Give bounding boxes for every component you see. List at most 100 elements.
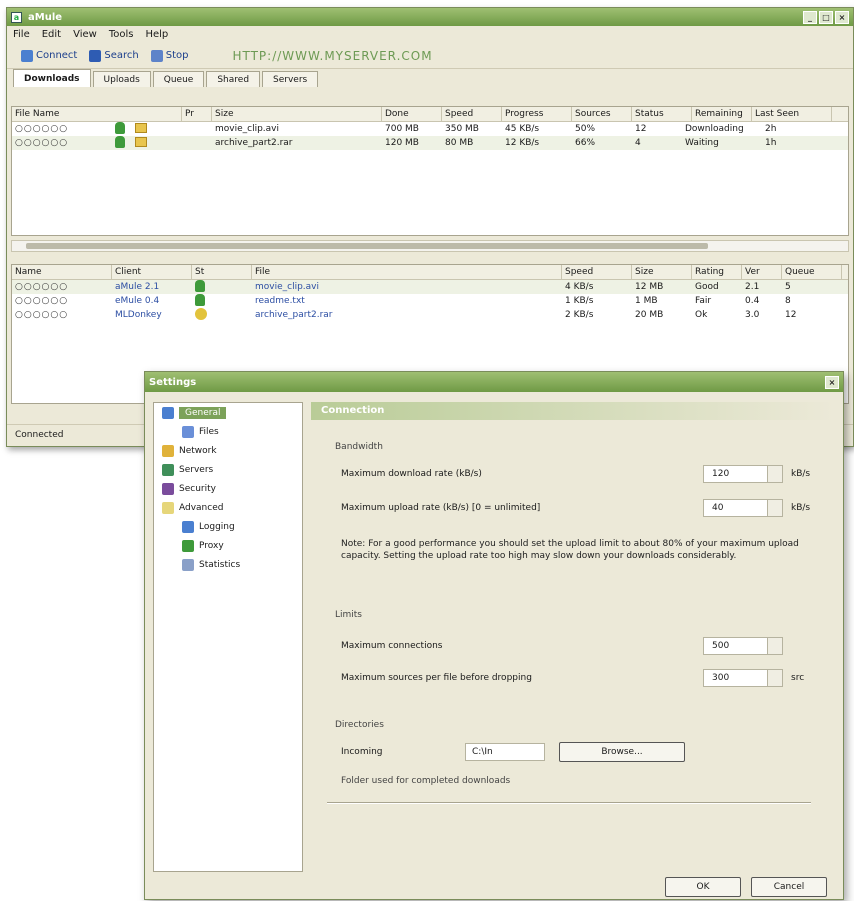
col-file[interactable]: File <box>252 265 562 279</box>
table-row[interactable]: ○○○○○○ archive_part2.rar 120 MB 80 MB 12… <box>12 135 848 150</box>
col-last-seen[interactable]: Last Seen <box>752 107 832 121</box>
cell-file[interactable]: readme.txt <box>252 296 562 306</box>
row-dots: ○○○○○○ <box>15 138 69 148</box>
col-status[interactable]: Status <box>632 107 692 121</box>
minimize-icon[interactable]: _ <box>803 10 817 24</box>
downloads-scrollbar[interactable] <box>11 240 849 252</box>
nav-label: Logging <box>199 521 235 532</box>
nav-item-general[interactable]: General <box>154 403 302 422</box>
dialog-close-icon[interactable]: × <box>825 375 839 389</box>
incoming-label: Incoming <box>341 747 383 757</box>
security-icon <box>162 482 174 495</box>
network-icon <box>162 444 174 457</box>
menu-file[interactable]: File <box>13 29 30 40</box>
main-titlebar[interactable]: a aMule _ □ × <box>7 8 853 26</box>
menu-tools[interactable]: Tools <box>109 29 134 40</box>
menu-bar: File Edit View Tools Help <box>7 26 853 43</box>
col-state[interactable]: St <box>192 265 252 279</box>
nav-item-advanced[interactable]: Advanced <box>154 498 302 517</box>
stop-button[interactable]: Stop <box>147 47 193 65</box>
state-cell <box>192 293 252 309</box>
settings-content: Connection Bandwidth Maximum download ra… <box>311 402 835 872</box>
nav-item-statistics[interactable]: Statistics <box>154 555 302 574</box>
table-row[interactable]: ○○○○○○ MLDonkey archive_part2.rar 2 KB/s… <box>12 307 848 322</box>
tab-downloads[interactable]: Downloads <box>13 69 91 87</box>
cell-queue: 8 <box>785 296 791 306</box>
max-connections-label: Maximum connections <box>341 641 443 651</box>
col-name[interactable]: Name <box>12 265 112 279</box>
close-icon[interactable]: × <box>835 10 849 24</box>
dialog-title: Settings <box>149 376 197 388</box>
general-icon <box>162 406 174 419</box>
col-size[interactable]: Size <box>212 107 382 121</box>
statistics-icon <box>182 558 194 571</box>
tab-shared[interactable]: Shared <box>206 71 261 87</box>
col-priority[interactable]: Pr <box>182 107 212 121</box>
cell-size: 20 MB <box>635 310 664 320</box>
tab-queue[interactable]: Queue <box>152 71 205 87</box>
cell-client[interactable]: aMule 2.1 <box>112 282 192 292</box>
col-progress[interactable]: Progress <box>502 107 572 121</box>
downloads-list: File Name Pr Size Done Speed Progress So… <box>11 106 849 236</box>
incoming-path-input[interactable]: C:\In <box>465 743 545 761</box>
nav-item-logging[interactable]: Logging <box>154 517 302 536</box>
col-speed[interactable]: Speed <box>442 107 502 121</box>
col-remaining[interactable]: Remaining <box>692 107 752 121</box>
nav-label: Servers <box>179 464 214 475</box>
col-done[interactable]: Done <box>382 107 442 121</box>
cell-client[interactable]: MLDonkey <box>112 310 192 320</box>
client-waiting-icon <box>195 307 207 320</box>
menu-view[interactable]: View <box>73 29 97 40</box>
menu-edit[interactable]: Edit <box>42 29 61 40</box>
max-connections-spinner[interactable]: 500 <box>703 637 783 655</box>
connect-button[interactable]: Connect <box>17 47 81 65</box>
dialog-titlebar[interactable]: Settings × <box>145 372 843 392</box>
max-upload-spinner[interactable]: 40 <box>703 499 783 517</box>
nav-item-proxy[interactable]: Proxy <box>154 536 302 555</box>
col-client-size[interactable]: Size <box>632 265 692 279</box>
cell-client[interactable]: eMule 0.4 <box>112 296 192 306</box>
max-download-row: Maximum download rate (kB/s) 120 kB/s <box>341 464 815 484</box>
cell-done: 80 MB <box>445 138 474 148</box>
max-download-spinner[interactable]: 120 <box>703 465 783 483</box>
cell-speed: 12 KB/s <box>505 138 540 148</box>
cell-file[interactable]: movie_clip.avi <box>252 282 562 292</box>
maximize-icon[interactable]: □ <box>819 10 833 24</box>
nav-item-security[interactable]: Security <box>154 479 302 498</box>
max-sources-row: Maximum sources per file before dropping… <box>341 668 815 688</box>
stop-label: Stop <box>165 50 189 61</box>
col-queue[interactable]: Queue <box>782 265 842 279</box>
col-client[interactable]: Client <box>112 265 192 279</box>
nav-label: Files <box>199 426 219 437</box>
col-rating[interactable]: Rating <box>692 265 742 279</box>
nav-item-files[interactable]: Files <box>154 422 302 441</box>
max-sources-spinner[interactable]: 300 <box>703 669 783 687</box>
tab-uploads[interactable]: Uploads <box>92 71 151 87</box>
scroll-thumb[interactable] <box>26 243 708 249</box>
search-button[interactable]: Search <box>85 47 142 65</box>
files-icon <box>182 425 194 438</box>
ok-button[interactable]: OK <box>665 877 741 897</box>
menu-help[interactable]: Help <box>145 29 168 40</box>
section-title: Connection <box>311 402 835 420</box>
tab-servers[interactable]: Servers <box>262 71 319 87</box>
col-file-name[interactable]: File Name <box>12 107 182 121</box>
table-row[interactable]: ○○○○○○ aMule 2.1 movie_clip.avi 4 KB/s 1… <box>12 279 848 294</box>
cell-size: 1 MB <box>635 296 658 306</box>
browse-button[interactable]: Browse... <box>559 742 685 762</box>
col-client-speed[interactable]: Speed <box>562 265 632 279</box>
connect-label: Connect <box>36 50 78 61</box>
app-icon: a <box>11 11 22 23</box>
table-row[interactable]: ○○○○○○ movie_clip.avi 700 MB 350 MB 45 K… <box>12 121 848 136</box>
cell-file[interactable]: archive_part2.rar <box>252 310 562 320</box>
col-sources[interactable]: Sources <box>572 107 632 121</box>
nav-item-servers[interactable]: Servers <box>154 460 302 479</box>
nav-item-network[interactable]: Network <box>154 441 302 460</box>
cancel-button[interactable]: Cancel <box>751 877 827 897</box>
url-text[interactable]: HTTP://WWW.MYSERVER.COM <box>232 49 432 63</box>
table-row[interactable]: ○○○○○○ eMule 0.4 readme.txt 1 KB/s 1 MB … <box>12 293 848 309</box>
downloads-header: File Name Pr Size Done Speed Progress So… <box>12 107 848 122</box>
cell-size: 12 MB <box>635 282 664 292</box>
cell-speed: 2 KB/s <box>565 310 594 320</box>
col-version[interactable]: Ver <box>742 265 782 279</box>
